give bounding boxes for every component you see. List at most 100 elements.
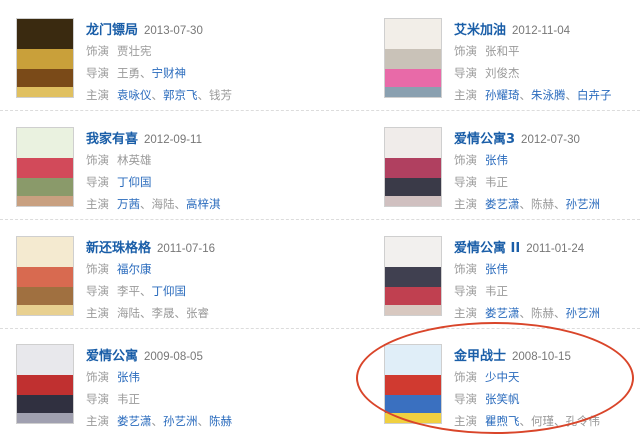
- poster-image-region: [17, 196, 73, 206]
- poster-image-region: [17, 305, 73, 315]
- person-name: 王勇: [117, 66, 140, 80]
- poster-image-region: [385, 413, 441, 423]
- release-date: 2009-08-05: [144, 351, 203, 363]
- starring-label: 主演: [454, 414, 477, 428]
- person-link[interactable]: 丁仰国: [117, 175, 152, 189]
- movie-poster[interactable]: [16, 18, 74, 98]
- poster-image-region: [17, 267, 73, 287]
- movie-info: 龙门镖局 2013-07-30 饰演 贾壮宪 导演 王勇、宁财神 主演 袁咏仪、郭京飞、钱芳: [86, 18, 306, 106]
- person-link[interactable]: 孙艺洲: [163, 414, 198, 428]
- poster-image-region: [385, 267, 441, 287]
- movie-title-link[interactable]: 爱情公寓3: [454, 132, 515, 147]
- movie-poster[interactable]: [16, 127, 74, 207]
- movie-poster[interactable]: [16, 344, 74, 424]
- role-line: 饰演 少中天: [454, 366, 640, 388]
- person-link[interactable]: 孙艺洲: [566, 197, 601, 211]
- starring-label: 主演: [86, 88, 109, 102]
- person-link[interactable]: 孙艺洲: [566, 306, 601, 320]
- person-link[interactable]: 陈赫: [209, 414, 232, 428]
- movie-info: 爱情公寓 2009-08-05 饰演 张伟 导演 韦正 主演 娄艺潇、孙艺洲、陈赫: [86, 344, 306, 432]
- poster-image-region: [385, 237, 441, 267]
- person-link[interactable]: 娄艺潇: [485, 197, 520, 211]
- role-line: 饰演 福尔康: [86, 258, 306, 280]
- person-link[interactable]: 福尔康: [117, 262, 152, 276]
- person-link[interactable]: 朱泳腾: [531, 88, 566, 102]
- person-name: 张睿: [186, 306, 209, 320]
- separator: 、: [554, 197, 566, 211]
- starring-label: 主演: [454, 306, 477, 320]
- movie-title-link[interactable]: 金甲战士: [454, 349, 506, 364]
- movie-title-link[interactable]: 新还珠格格: [86, 241, 151, 256]
- person-link[interactable]: 娄艺潇: [117, 414, 152, 428]
- movie-poster[interactable]: [16, 236, 74, 316]
- movie-title-link[interactable]: 艾米加油: [454, 23, 506, 38]
- person-link[interactable]: 孙耀琦: [485, 88, 520, 102]
- person-link[interactable]: 张笑帆: [485, 392, 520, 406]
- movie-title-link[interactable]: 爱情公寓: [86, 349, 138, 364]
- separator: 、: [174, 306, 187, 320]
- movie-title-link[interactable]: 爱情公寓 II: [454, 241, 520, 256]
- movie-poster[interactable]: [384, 18, 442, 98]
- person-name: 韦正: [117, 392, 140, 406]
- director-label: 导演: [86, 66, 109, 80]
- starring-line: 主演 娄艺潇、陈赫、孙艺洲: [454, 302, 640, 324]
- person-link[interactable]: 万茜: [117, 197, 140, 211]
- separator: 、: [151, 88, 164, 102]
- title-line: 爱情公寓 2009-08-05: [86, 344, 306, 366]
- person-link[interactable]: 白卉子: [577, 88, 612, 102]
- person-name: 张和平: [485, 44, 520, 58]
- separator: 、: [519, 306, 532, 320]
- person-link[interactable]: 娄艺潇: [485, 306, 520, 320]
- separator: 、: [197, 414, 210, 428]
- separator: 、: [140, 306, 152, 320]
- person-link[interactable]: 瞿煦飞: [485, 414, 520, 428]
- movie-poster[interactable]: [384, 127, 442, 207]
- movie-card: 金甲战士 2008-10-15 饰演 少中天 导演 张笑帆 主演 瞿煦飞、何瑾、孔令伟: [368, 344, 640, 437]
- director-label: 导演: [86, 284, 109, 298]
- director-label: 导演: [454, 392, 477, 406]
- movie-info: 爱情公寓3 2012-07-30 饰演 张伟 导演 韦正 主演 娄艺潇、陈赫、孙艺洲: [454, 127, 640, 215]
- separator: 、: [197, 88, 210, 102]
- poster-image-region: [17, 375, 73, 395]
- release-date: 2008-10-15: [512, 351, 571, 363]
- director-line: 导演 丁仰国: [86, 171, 306, 193]
- movie-poster[interactable]: [384, 236, 442, 316]
- poster-image-region: [17, 413, 73, 423]
- release-date: 2012-07-30: [521, 134, 580, 146]
- poster-image-region: [385, 19, 441, 49]
- movie-title-link[interactable]: 龙门镖局: [86, 23, 138, 38]
- movie-title-link[interactable]: 我家有喜: [86, 132, 138, 147]
- director-line: 导演 韦正: [454, 280, 640, 302]
- person-link[interactable]: 宁财神: [152, 66, 187, 80]
- person-link[interactable]: 郭京飞: [163, 88, 198, 102]
- poster-image-region: [385, 287, 441, 305]
- poster-image-region: [385, 128, 441, 158]
- director-label: 导演: [454, 66, 477, 80]
- movie-info: 艾米加油 2012-11-04 饰演 张和平 导演 刘俊杰 主演 孙耀琦、朱泳腾、白卉子: [454, 18, 640, 106]
- title-line: 新还珠格格 2011-07-16: [86, 236, 306, 258]
- person-name: 钱芳: [209, 88, 232, 102]
- starring-line: 主演 袁咏仪、郭京飞、钱芳: [86, 84, 306, 106]
- separator: 、: [554, 306, 566, 320]
- separator: 、: [174, 197, 187, 211]
- person-link[interactable]: 少中天: [485, 370, 520, 384]
- person-link[interactable]: 高梓淇: [186, 197, 221, 211]
- title-line: 爱情公寓 II 2011-01-24: [454, 236, 640, 258]
- poster-image-region: [17, 87, 73, 97]
- title-line: 爱情公寓3 2012-07-30: [454, 127, 640, 149]
- person-link[interactable]: 张伟: [485, 262, 508, 276]
- person-link[interactable]: 张伟: [485, 153, 508, 167]
- separator: 、: [151, 414, 164, 428]
- poster-image-region: [17, 287, 73, 305]
- separator: 、: [519, 414, 532, 428]
- poster-image-region: [385, 69, 441, 87]
- separator: 、: [554, 414, 566, 428]
- poster-image-region: [17, 49, 73, 69]
- director-line: 导演 韦正: [454, 171, 640, 193]
- movie-poster[interactable]: [384, 344, 442, 424]
- director-line: 导演 李平、丁仰国: [86, 280, 306, 302]
- person-link[interactable]: 丁仰国: [152, 284, 187, 298]
- person-link[interactable]: 张伟: [117, 370, 140, 384]
- movie-card: 爱情公寓 II 2011-01-24 饰演 张伟 导演 韦正 主演 娄艺潇、陈赫、孙艺洲: [368, 236, 640, 336]
- person-link[interactable]: 袁咏仪: [117, 88, 152, 102]
